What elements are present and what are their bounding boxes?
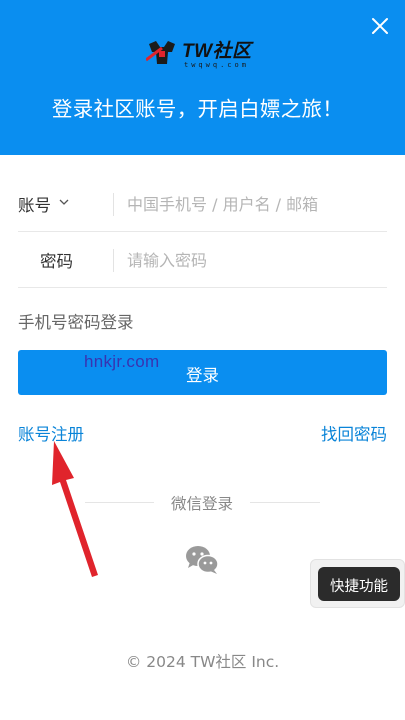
- copyright-footer: © 2024 TW社区 Inc.: [125, 653, 280, 671]
- account-row: 账号: [18, 176, 387, 232]
- chevron-down-icon[interactable]: [58, 196, 70, 208]
- quick-actions-label: 快捷功能: [330, 579, 388, 595]
- wechat-icon[interactable]: [185, 545, 219, 575]
- wechat-login-label: 微信登录: [170, 495, 233, 513]
- field-separator: [113, 193, 114, 216]
- switch-login-mode-link[interactable]: 手机号密码登录: [18, 309, 134, 333]
- password-row: 密码: [18, 232, 387, 288]
- logo-mark-icon: [146, 41, 175, 64]
- brand-name: TW社区: [182, 41, 252, 62]
- login-header: TW社区 twqwq.com 登录社区账号，开启白嫖之旅！: [0, 0, 405, 155]
- quick-actions-panel: 快捷功能: [310, 559, 405, 608]
- login-button[interactable]: hnkjr.com 登录: [18, 350, 387, 395]
- account-input[interactable]: [127, 191, 382, 217]
- brand-logo: TW社区 twqwq.com: [146, 36, 266, 72]
- header-slogan: 登录社区账号，开启白嫖之旅！: [51, 97, 344, 121]
- login-button-label: 登录: [186, 366, 219, 385]
- divider-line-right: [250, 502, 320, 503]
- account-type-selector[interactable]: 账号: [18, 192, 51, 216]
- close-icon[interactable]: [368, 14, 392, 38]
- password-label: 密码: [40, 252, 73, 271]
- brand-domain: twqwq.com: [184, 61, 249, 69]
- red-arrow-annotation: [52, 441, 98, 577]
- forgot-password-link[interactable]: 找回密码: [321, 421, 387, 445]
- divider-line-left: [85, 502, 154, 503]
- field-separator: [113, 249, 114, 272]
- password-input[interactable]: [127, 247, 382, 273]
- quick-actions-button[interactable]: 快捷功能: [318, 567, 400, 601]
